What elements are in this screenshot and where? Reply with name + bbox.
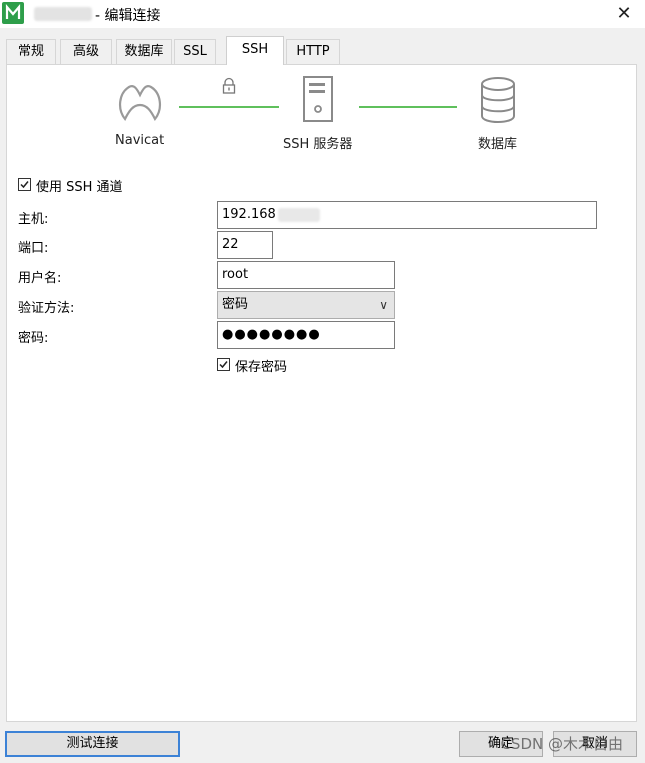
tab-advanced[interactable]: 高级	[60, 39, 112, 64]
connection-name-redacted	[34, 7, 92, 21]
ssh-server-icon	[303, 76, 333, 122]
test-connection-button[interactable]: 测试连接	[5, 731, 180, 757]
tab-database[interactable]: 数据库	[116, 39, 172, 64]
username-value: root	[222, 267, 249, 282]
username-field[interactable]: root	[217, 261, 395, 289]
csdn-watermark: CSDN @木木自由	[500, 735, 623, 753]
tab-ssh[interactable]: SSH	[226, 36, 284, 65]
port-value: 22	[222, 237, 239, 252]
tab-ssl[interactable]: SSL	[174, 39, 216, 64]
ssh-settings-panel: Navicat SSH 服务器 数据库 使用 SSH 通道 主机: 192.16…	[6, 64, 637, 722]
chevron-down-icon: ∨	[379, 298, 388, 312]
port-label: 端口:	[18, 241, 49, 256]
navicat-logo-icon	[119, 85, 161, 122]
ssh-server-label: SSH 服务器	[283, 137, 353, 152]
save-password-checkbox[interactable]	[217, 358, 230, 371]
password-label: 密码:	[18, 331, 49, 346]
port-field[interactable]: 22	[217, 231, 273, 259]
lock-icon	[222, 77, 236, 94]
username-label: 用户名:	[18, 271, 62, 286]
database-label: 数据库	[478, 137, 518, 152]
connection-line-right	[359, 106, 457, 108]
use-ssh-tunnel-label: 使用 SSH 通道	[36, 180, 123, 195]
connection-line-left	[179, 106, 279, 108]
host-label: 主机:	[18, 212, 49, 227]
database-icon	[481, 77, 515, 123]
auth-method-label: 验证方法:	[18, 301, 75, 316]
password-field[interactable]: ●●●●●●●●	[217, 321, 395, 349]
use-ssh-tunnel-checkbox[interactable]	[18, 178, 31, 191]
host-redacted	[277, 207, 320, 222]
auth-method-select[interactable]: 密码 ∨	[217, 291, 395, 319]
tab-http[interactable]: HTTP	[286, 39, 340, 64]
auth-method-value: 密码	[222, 297, 249, 312]
close-icon[interactable]: ✕	[609, 2, 639, 26]
navicat-app-icon	[2, 2, 24, 24]
tab-general[interactable]: 常规	[6, 39, 56, 64]
host-value: 192.168	[222, 207, 276, 222]
navicat-label: Navicat	[115, 133, 165, 148]
host-field[interactable]: 192.168	[217, 201, 597, 229]
window-title: - 编辑连接	[95, 8, 161, 24]
password-value: ●●●●●●●●	[222, 327, 321, 342]
title-bar: - 编辑连接 ✕	[0, 0, 645, 28]
save-password-label: 保存密码	[235, 360, 288, 375]
